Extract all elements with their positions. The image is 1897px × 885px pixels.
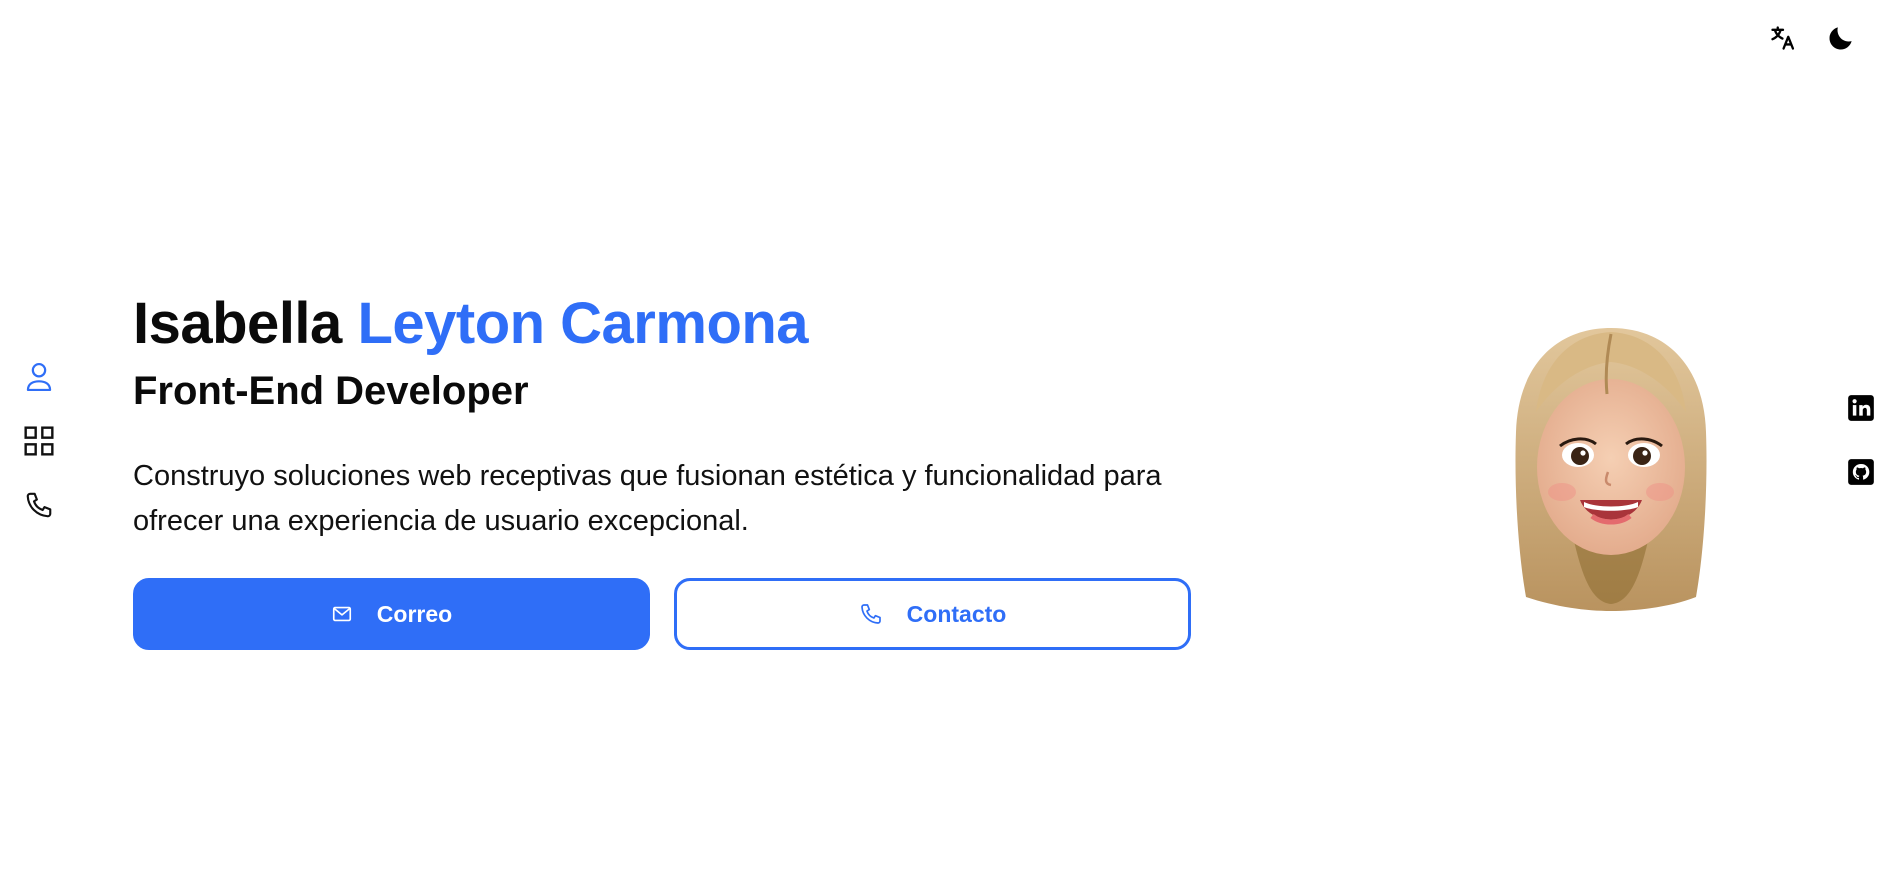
hero-name: Isabella Leyton Carmona bbox=[133, 288, 1203, 360]
grid-icon bbox=[24, 426, 54, 456]
top-controls bbox=[1767, 22, 1857, 54]
mail-icon bbox=[332, 606, 351, 622]
side-nav bbox=[22, 360, 56, 522]
first-name: Isabella bbox=[133, 291, 342, 356]
hero-description: Construyo soluciones web receptivas que … bbox=[133, 460, 1162, 537]
linkedin-link[interactable] bbox=[1845, 392, 1877, 424]
nav-item-projects[interactable] bbox=[22, 424, 56, 458]
contact-button-label: Contacto bbox=[906, 600, 1007, 627]
avatar bbox=[1500, 322, 1722, 618]
moon-icon[interactable] bbox=[1825, 22, 1857, 54]
nav-item-contact[interactable] bbox=[22, 488, 56, 522]
phone-icon bbox=[26, 492, 52, 518]
last-name: Leyton Carmona bbox=[357, 291, 809, 356]
social-links bbox=[1845, 392, 1877, 488]
email-button-label: Correo bbox=[376, 600, 453, 627]
phone-icon bbox=[860, 604, 881, 624]
hero-actions: Correo Contacto bbox=[133, 578, 1203, 650]
user-icon bbox=[26, 362, 52, 392]
page: Isabella Leyton Carmona Front-End Develo… bbox=[0, 0, 1897, 885]
linkedin-icon bbox=[1848, 395, 1874, 421]
hero-role: Front-End Developer bbox=[133, 369, 529, 413]
translate-icon[interactable] bbox=[1767, 22, 1799, 54]
github-link[interactable] bbox=[1845, 456, 1877, 488]
contact-button[interactable]: Contacto bbox=[674, 578, 1191, 650]
email-button[interactable]: Correo bbox=[133, 578, 650, 650]
nav-item-about[interactable] bbox=[22, 360, 56, 394]
hero-section: Isabella Leyton Carmona Front-End Develo… bbox=[133, 288, 1203, 650]
github-icon bbox=[1848, 459, 1874, 485]
